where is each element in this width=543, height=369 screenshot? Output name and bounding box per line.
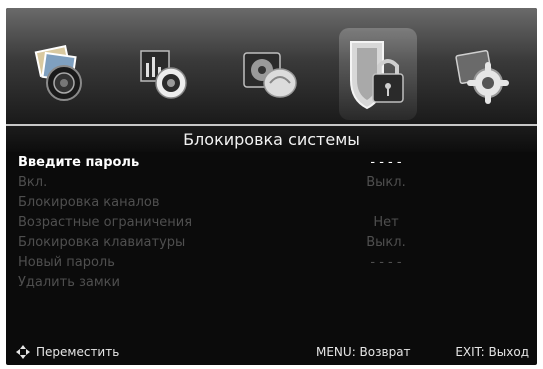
menu-item-value: Выкл. [366,174,406,190]
menu-item-clear-locks[interactable]: Удалить замки [6,272,537,292]
navigation-arrows-icon [16,345,30,359]
menu-item-parental-rating[interactable]: Возрастные ограничения Нет [6,212,537,232]
menu-item-label: Блокировка клавиатуры [18,234,186,250]
menu-item-value: Выкл. [366,234,406,250]
menu-item-label: Удалить замки [18,274,120,290]
menu-item-enter-password[interactable]: Введите пароль - - - - [6,152,537,172]
menu-item-label: Возрастные ограничения [18,214,193,230]
menu-item-label: Новый пароль [18,254,115,270]
menu-item-system-lock[interactable]: Вкл. Выкл. [6,172,537,192]
menu-tab-sound[interactable] [129,36,199,112]
menu-back-hint: MENU: Возврат [316,345,411,359]
move-hint: Переместить [16,345,119,359]
lock-menu-icon [350,41,404,110]
settings-menu-icon [455,50,509,104]
menu-item-value: Нет [373,214,399,230]
exit-hint: EXIT: Выход [455,345,529,359]
channel-menu-icon [243,52,297,98]
menu-item-label: Введите пароль [18,154,140,170]
sound-menu-icon [140,50,187,99]
menu-item-value: - - - - [370,254,402,270]
lock-settings-menu: Введите пароль - - - - Вкл. Выкл. Блокир… [6,152,537,292]
menu-tab-picture[interactable] [26,36,96,112]
menu-item-label: Блокировка каналов [18,194,160,210]
menu-item-keypad-lock[interactable]: Блокировка клавиатуры Выкл. [6,232,537,252]
page-title: Блокировка системы [183,129,360,149]
move-hint-label: Переместить [36,345,120,359]
menu-item-new-password[interactable]: Новый пароль - - - - [6,252,537,272]
menu-icon-bar [6,8,537,124]
menu-tab-settings[interactable] [446,36,516,112]
menu-item-label: Вкл. [18,174,48,190]
picture-menu-icon [34,44,82,101]
menu-tab-lock[interactable] [339,28,417,120]
footer-hint-bar: Переместить MENU: Возврат EXIT: Выход [6,339,537,365]
menu-item-channel-lock[interactable]: Блокировка каналов [6,192,537,212]
password-input-value: - - - - [370,154,402,170]
page-title-bar: Блокировка системы [6,124,537,152]
tv-osd-window: Блокировка системы Введите пароль - - - … [6,8,537,365]
menu-tab-channel[interactable] [234,36,304,112]
